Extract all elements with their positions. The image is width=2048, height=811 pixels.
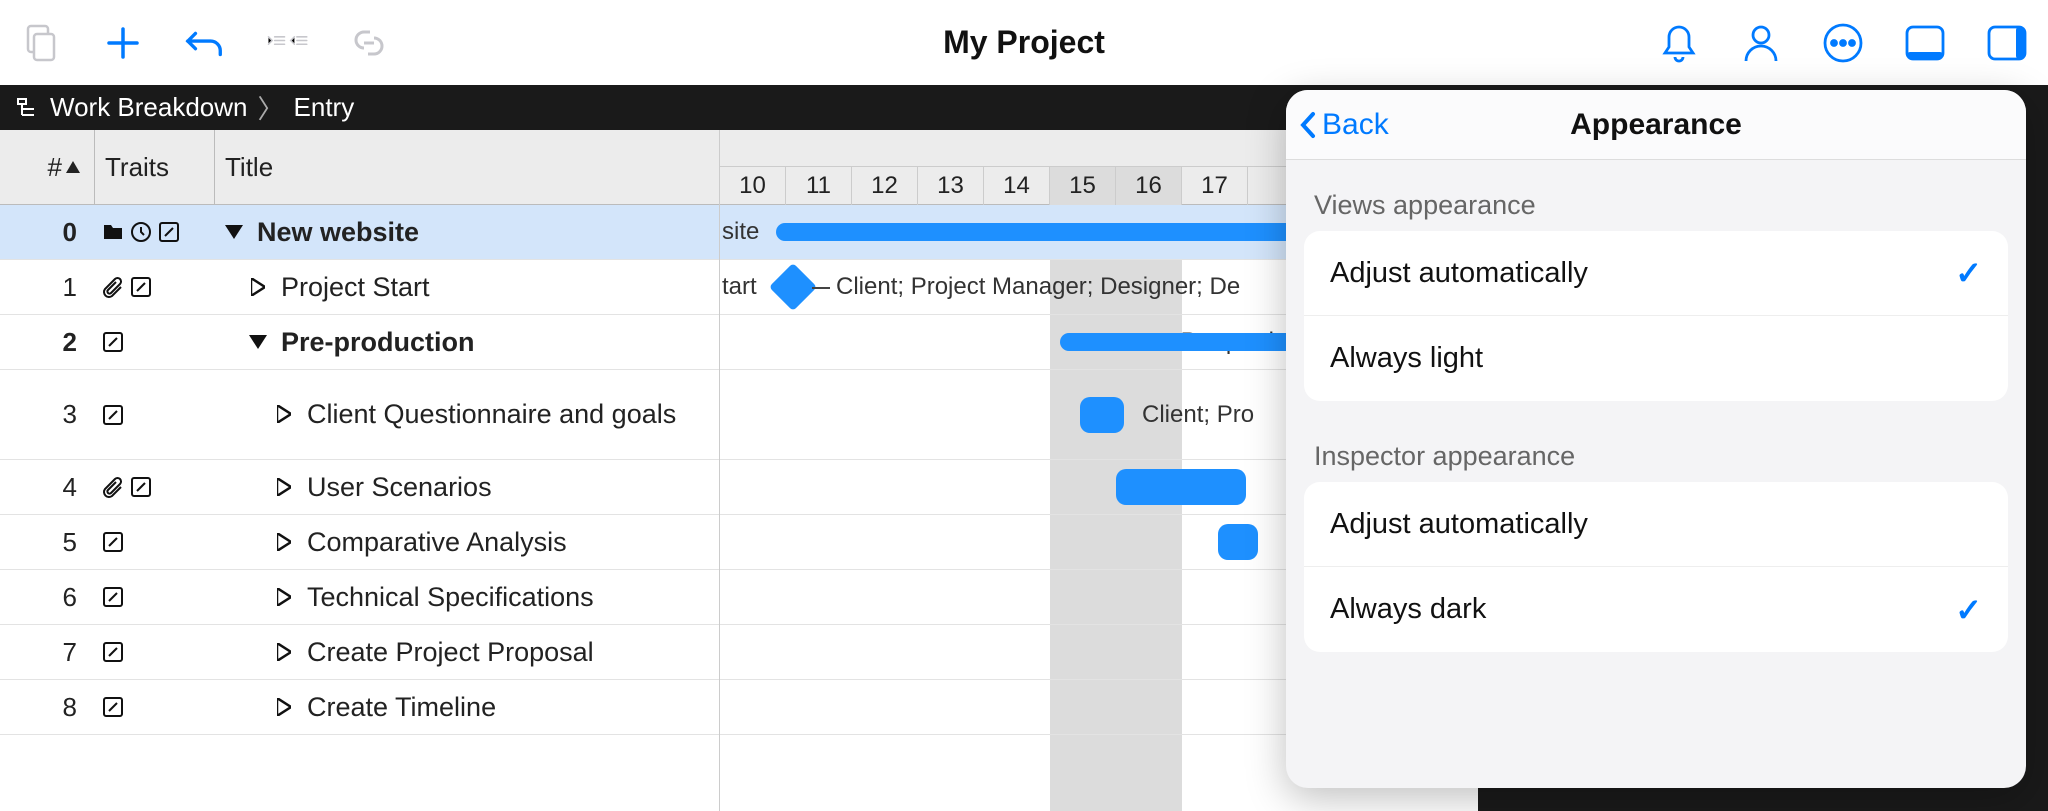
outline-row[interactable]: 6 Technical Specifications — [0, 570, 719, 625]
documents-icon[interactable] — [20, 22, 62, 64]
row-number: 2 — [0, 327, 95, 358]
gantt-day: 16 — [1116, 167, 1182, 205]
row-title: Pre-production — [215, 326, 719, 358]
row-number: 7 — [0, 637, 95, 668]
row-traits — [95, 695, 215, 719]
panel-left-icon[interactable] — [1904, 22, 1946, 64]
row-traits — [95, 403, 215, 427]
gantt-day: 14 — [984, 167, 1050, 205]
row-traits — [95, 220, 215, 244]
person-icon[interactable] — [1740, 22, 1782, 64]
toolbar: My Project — [0, 0, 2048, 85]
more-icon[interactable] — [1822, 22, 1864, 64]
row-number: 1 — [0, 272, 95, 303]
outline-row[interactable]: 5 Comparative Analysis — [0, 515, 719, 570]
gantt-day: 12 — [852, 167, 918, 205]
outline-row[interactable]: 4 User Scenarios — [0, 460, 719, 515]
project-title: My Project — [943, 24, 1105, 61]
checkmark-icon: ✓ — [1955, 591, 1982, 629]
section-inspector-appearance: Inspector appearance — [1286, 429, 2026, 482]
row-number: 3 — [0, 399, 95, 430]
outline-row[interactable]: 8 Create Timeline — [0, 680, 719, 735]
gantt-day: 17 — [1182, 167, 1248, 205]
appearance-popover: Back Appearance Views appearance Adjust … — [1286, 90, 2026, 788]
breadcrumb-leaf[interactable]: Entry — [294, 92, 355, 123]
disclosure-icon[interactable] — [221, 225, 247, 239]
gantt-day: 10 — [720, 167, 786, 205]
row-title: Client Questionnaire and goals — [215, 398, 719, 430]
link-icon[interactable] — [348, 22, 390, 64]
outline-row[interactable]: 3 Client Questionnaire and goals — [0, 370, 719, 460]
indent-icon[interactable] — [266, 22, 308, 64]
row-title: Technical Specifications — [215, 581, 719, 613]
row-title: Project Start — [215, 271, 719, 303]
row-number: 6 — [0, 582, 95, 613]
wbs-icon — [14, 95, 40, 121]
row-number: 5 — [0, 527, 95, 558]
row-title: Comparative Analysis — [215, 526, 719, 558]
breadcrumb-root[interactable]: Work Breakdown — [50, 92, 248, 123]
outline-row[interactable]: 0 New website — [0, 205, 719, 260]
back-button[interactable]: Back — [1298, 108, 1389, 142]
disclosure-icon[interactable] — [271, 698, 297, 716]
row-title: New website — [215, 216, 719, 248]
col-traits[interactable]: Traits — [95, 130, 215, 204]
row-traits — [95, 585, 215, 609]
task-bar[interactable] — [1080, 397, 1124, 433]
row-traits — [95, 475, 215, 499]
row-traits — [95, 330, 215, 354]
disclosure-icon[interactable] — [271, 405, 297, 423]
disclosure-icon[interactable] — [271, 533, 297, 551]
sort-asc-icon — [66, 161, 80, 173]
row-number: 4 — [0, 472, 95, 503]
task-bar[interactable] — [1116, 469, 1246, 505]
milestone[interactable] — [769, 263, 817, 311]
gantt-day: 13 — [918, 167, 984, 205]
popover-title: Appearance — [1570, 108, 1742, 142]
outline-panel: # Traits Title 0 New website 1 Project Star… — [0, 130, 720, 811]
checkmark-icon: ✓ — [1955, 254, 1982, 292]
task-bar[interactable] — [1218, 524, 1258, 560]
option-views-light[interactable]: Always light — [1304, 316, 2008, 401]
panel-right-icon[interactable] — [1986, 22, 2028, 64]
option-inspector-dark[interactable]: Always dark ✓ — [1304, 567, 2008, 652]
outline-row[interactable]: 1 Project Start — [0, 260, 719, 315]
row-number: 8 — [0, 692, 95, 723]
col-title[interactable]: Title — [215, 130, 719, 204]
gantt-day: 15 — [1050, 167, 1116, 205]
disclosure-icon[interactable] — [271, 643, 297, 661]
disclosure-icon[interactable] — [271, 478, 297, 496]
disclosure-icon[interactable] — [245, 278, 271, 296]
bell-icon[interactable] — [1658, 22, 1700, 64]
col-number[interactable]: # — [0, 130, 95, 204]
row-title: User Scenarios — [215, 471, 719, 503]
option-inspector-auto[interactable]: Adjust automatically — [1304, 482, 2008, 567]
section-views-appearance: Views appearance — [1286, 178, 2026, 231]
chevron-right-icon: 〉 — [258, 89, 284, 126]
gantt-day: 11 — [786, 167, 852, 205]
row-title: Create Timeline — [215, 691, 719, 723]
outline-row[interactable]: 7 Create Project Proposal — [0, 625, 719, 680]
option-views-auto[interactable]: Adjust automatically ✓ — [1304, 231, 2008, 316]
row-traits — [95, 640, 215, 664]
disclosure-icon[interactable] — [245, 335, 271, 349]
row-number: 0 — [0, 217, 95, 248]
row-traits — [95, 275, 215, 299]
undo-icon[interactable] — [184, 22, 226, 64]
add-icon[interactable] — [102, 22, 144, 64]
row-title: Create Project Proposal — [215, 636, 719, 668]
outline-header: # Traits Title — [0, 130, 719, 205]
disclosure-icon[interactable] — [271, 588, 297, 606]
row-traits — [95, 530, 215, 554]
outline-row[interactable]: 2 Pre-production — [0, 315, 719, 370]
chevron-left-icon — [1298, 110, 1318, 140]
